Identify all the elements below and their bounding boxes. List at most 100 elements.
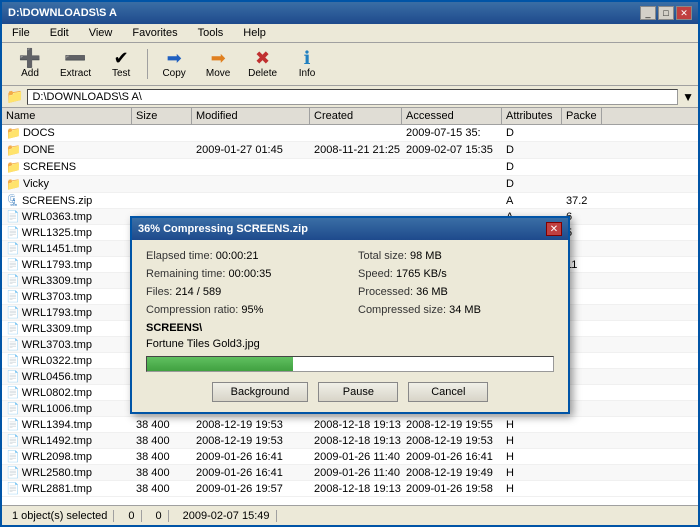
file-packed-cell: 37.2 <box>562 193 602 208</box>
status-datetime: 2009-02-07 15:49 <box>177 510 277 522</box>
table-row[interactable]: 📄WRL2098.tmp 38 400 2009-01-26 16:41 200… <box>2 449 698 465</box>
toolbar: ➕ Add ➖ Extract ✔ Test ➡ Copy ➡ Move ✖ D… <box>2 43 698 86</box>
table-row[interactable]: 📁Vicky D <box>2 176 698 193</box>
col-created[interactable]: Created <box>310 108 402 124</box>
maximize-button[interactable]: □ <box>658 6 674 20</box>
pause-button[interactable]: Pause <box>318 382 398 402</box>
file-icon: 📄 <box>6 242 20 255</box>
status-count1: 0 <box>122 510 141 522</box>
file-accessed-cell: 2008-12-19 19:55 <box>402 417 502 432</box>
progress-bar-fill <box>147 357 293 371</box>
move-button[interactable]: ➡ Move <box>198 47 238 81</box>
dialog-row-1: Elapsed time: 00:00:21 Total size: 98 MB <box>146 250 554 262</box>
test-icon: ✔ <box>114 49 129 67</box>
progress-bar-container <box>146 356 554 372</box>
file-modified-cell: 2009-01-26 16:41 <box>192 465 310 480</box>
file-packed-cell <box>562 465 602 480</box>
table-row[interactable]: 📄WRL1394.tmp 38 400 2008-12-19 19:53 200… <box>2 417 698 433</box>
file-accessed-cell: 2009-02-07 15:35 <box>402 142 502 158</box>
dialog-col-3-1: Files: 214 / 589 <box>146 286 342 298</box>
file-size-cell <box>132 193 192 208</box>
extract-button[interactable]: ➖ Extract <box>54 47 97 81</box>
file-size-cell <box>132 159 192 175</box>
dialog-row-3: Files: 214 / 589 Processed: 36 MB <box>146 286 554 298</box>
speed-value: 1765 KB/s <box>396 268 447 280</box>
menu-file[interactable]: File <box>6 26 36 40</box>
table-row[interactable]: 📁DOCS 2009-07-15 35: D <box>2 125 698 142</box>
files-value: 214 / 589 <box>175 286 221 298</box>
file-created-cell <box>310 193 402 208</box>
file-created-cell: 2008-12-18 19:13 <box>310 433 402 448</box>
file-size-cell <box>132 142 192 158</box>
file-name-cell: 📄WRL1006.tmp <box>2 401 132 416</box>
file-attr-cell: H <box>502 449 562 464</box>
table-row[interactable]: 📁DONE 2009-01-27 01:45 2008-11-21 21:25 … <box>2 142 698 159</box>
file-icon: 📄 <box>6 482 20 495</box>
menu-tools[interactable]: Tools <box>192 26 230 40</box>
dialog-col-1-2: Total size: 98 MB <box>358 250 554 262</box>
col-size[interactable]: Size <box>132 108 192 124</box>
address-go-button[interactable]: ▼ <box>682 90 694 104</box>
file-name-cell: 📁DONE <box>2 142 132 158</box>
file-created-cell: 2008-11-21 21:25 <box>310 142 402 158</box>
copy-button[interactable]: ➡ Copy <box>154 47 194 81</box>
ratio-value: 95% <box>241 304 263 316</box>
speed-label: Speed: <box>358 268 393 280</box>
add-button[interactable]: ➕ Add <box>10 47 50 81</box>
file-size-cell: 38 400 <box>132 481 192 496</box>
col-packed[interactable]: Packe <box>562 108 602 124</box>
file-packed-cell <box>562 449 602 464</box>
file-modified-cell: 2009-01-27 01:45 <box>192 142 310 158</box>
dialog-close-button[interactable]: ✕ <box>546 222 562 236</box>
menu-help[interactable]: Help <box>237 26 272 40</box>
menu-favorites[interactable]: Favorites <box>126 26 183 40</box>
test-button[interactable]: ✔ Test <box>101 47 141 81</box>
remaining-value: 00:00:35 <box>229 268 272 280</box>
address-input[interactable] <box>27 89 678 105</box>
table-row[interactable]: 📄WRL2580.tmp 38 400 2009-01-26 16:41 200… <box>2 465 698 481</box>
elapsed-label: Elapsed time: <box>146 250 213 262</box>
copy-label: Copy <box>162 68 185 79</box>
col-attributes[interactable]: Attributes <box>502 108 562 124</box>
table-row[interactable]: 📁SCREENS D <box>2 159 698 176</box>
file-name-cell: 📄WRL0456.tmp <box>2 369 132 384</box>
table-row[interactable]: 📄WRL2881.tmp 38 400 2009-01-26 19:57 200… <box>2 481 698 497</box>
file-attr-cell: D <box>502 125 562 141</box>
col-modified[interactable]: Modified <box>192 108 310 124</box>
add-icon: ➕ <box>19 49 41 67</box>
file-created-cell: 2009-01-26 11:40 <box>310 465 402 480</box>
cancel-button[interactable]: Cancel <box>408 382 488 402</box>
file-icon: 📄 <box>6 290 20 303</box>
col-accessed[interactable]: Accessed <box>402 108 502 124</box>
move-label: Move <box>206 68 230 79</box>
file-created-cell <box>310 176 402 192</box>
file-packed-cell <box>562 433 602 448</box>
col-name[interactable]: Name <box>2 108 132 124</box>
file-packed-cell <box>562 125 602 141</box>
file-name-cell: 📄WRL2098.tmp <box>2 449 132 464</box>
table-row[interactable]: 📄WRL1492.tmp 38 400 2008-12-19 19:53 200… <box>2 433 698 449</box>
close-button[interactable]: ✕ <box>676 6 692 20</box>
compressed-label: Compressed size: <box>358 304 446 316</box>
file-accessed-cell <box>402 159 502 175</box>
file-name-cell: 📄WRL1492.tmp <box>2 433 132 448</box>
info-button[interactable]: ℹ Info <box>287 47 327 81</box>
dialog-col-2-2: Speed: 1765 KB/s <box>358 268 554 280</box>
background-button[interactable]: Background <box>212 382 309 402</box>
menu-bar: File Edit View Favorites Tools Help <box>2 24 698 43</box>
file-modified-cell <box>192 125 310 141</box>
file-icon: 📄 <box>6 386 20 399</box>
menu-view[interactable]: View <box>83 26 119 40</box>
compress-dialog: 36% Compressing SCREENS.zip ✕ Elapsed ti… <box>130 216 570 414</box>
minimize-button[interactable]: _ <box>640 6 656 20</box>
file-modified-cell <box>192 159 310 175</box>
delete-button[interactable]: ✖ Delete <box>242 47 283 81</box>
total-size-value: 98 MB <box>410 250 442 262</box>
file-size-cell: 38 400 <box>132 433 192 448</box>
table-row[interactable]: 🗜SCREENS.zip A 37.2 <box>2 193 698 209</box>
dialog-col-3-2: Processed: 36 MB <box>358 286 554 298</box>
menu-edit[interactable]: Edit <box>44 26 75 40</box>
extract-label: Extract <box>60 68 91 79</box>
extract-icon: ➖ <box>64 49 86 67</box>
file-name-cell: 📄WRL0322.tmp <box>2 353 132 368</box>
